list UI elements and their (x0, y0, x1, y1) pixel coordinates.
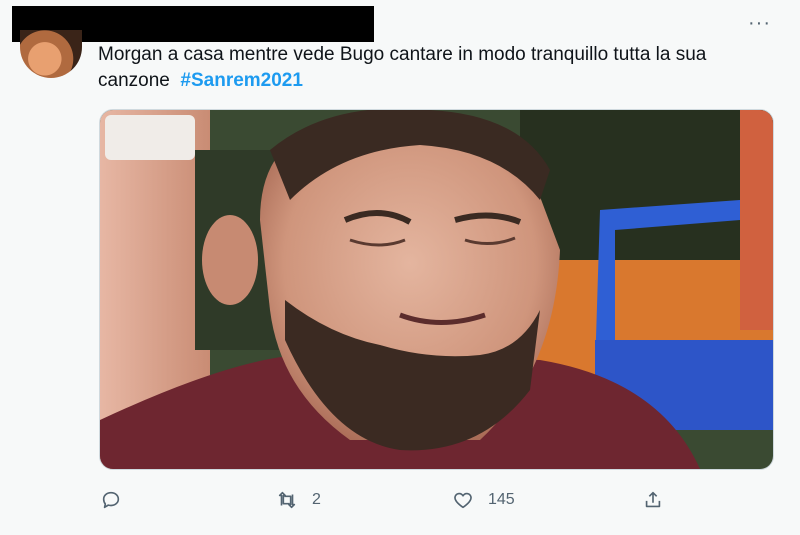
crying-man-photo (100, 110, 773, 469)
more-options-button[interactable]: ··· (748, 12, 771, 35)
share-icon (645, 491, 661, 508)
like-button[interactable]: 145 (452, 484, 515, 516)
heart-icon (454, 492, 472, 509)
retweet-icon (278, 491, 296, 509)
like-count: 145 (488, 491, 515, 508)
reply-button[interactable] (100, 484, 122, 516)
tweet-card[interactable]: ··· Morgan a casa mentre vede Bugo canta… (0, 0, 800, 535)
tweet-actions: 2 145 (0, 484, 800, 516)
avatar[interactable] (20, 30, 82, 78)
reply-icon (102, 491, 120, 509)
retweet-button[interactable]: 2 (276, 484, 321, 516)
tweet-image[interactable] (99, 109, 774, 470)
tweet-text: Morgan a casa mentre vede Bugo cantare i… (98, 42, 778, 94)
share-button[interactable] (642, 484, 664, 516)
hashtag-link[interactable]: #Sanrem2021 (180, 70, 303, 91)
retweet-count: 2 (312, 491, 321, 508)
